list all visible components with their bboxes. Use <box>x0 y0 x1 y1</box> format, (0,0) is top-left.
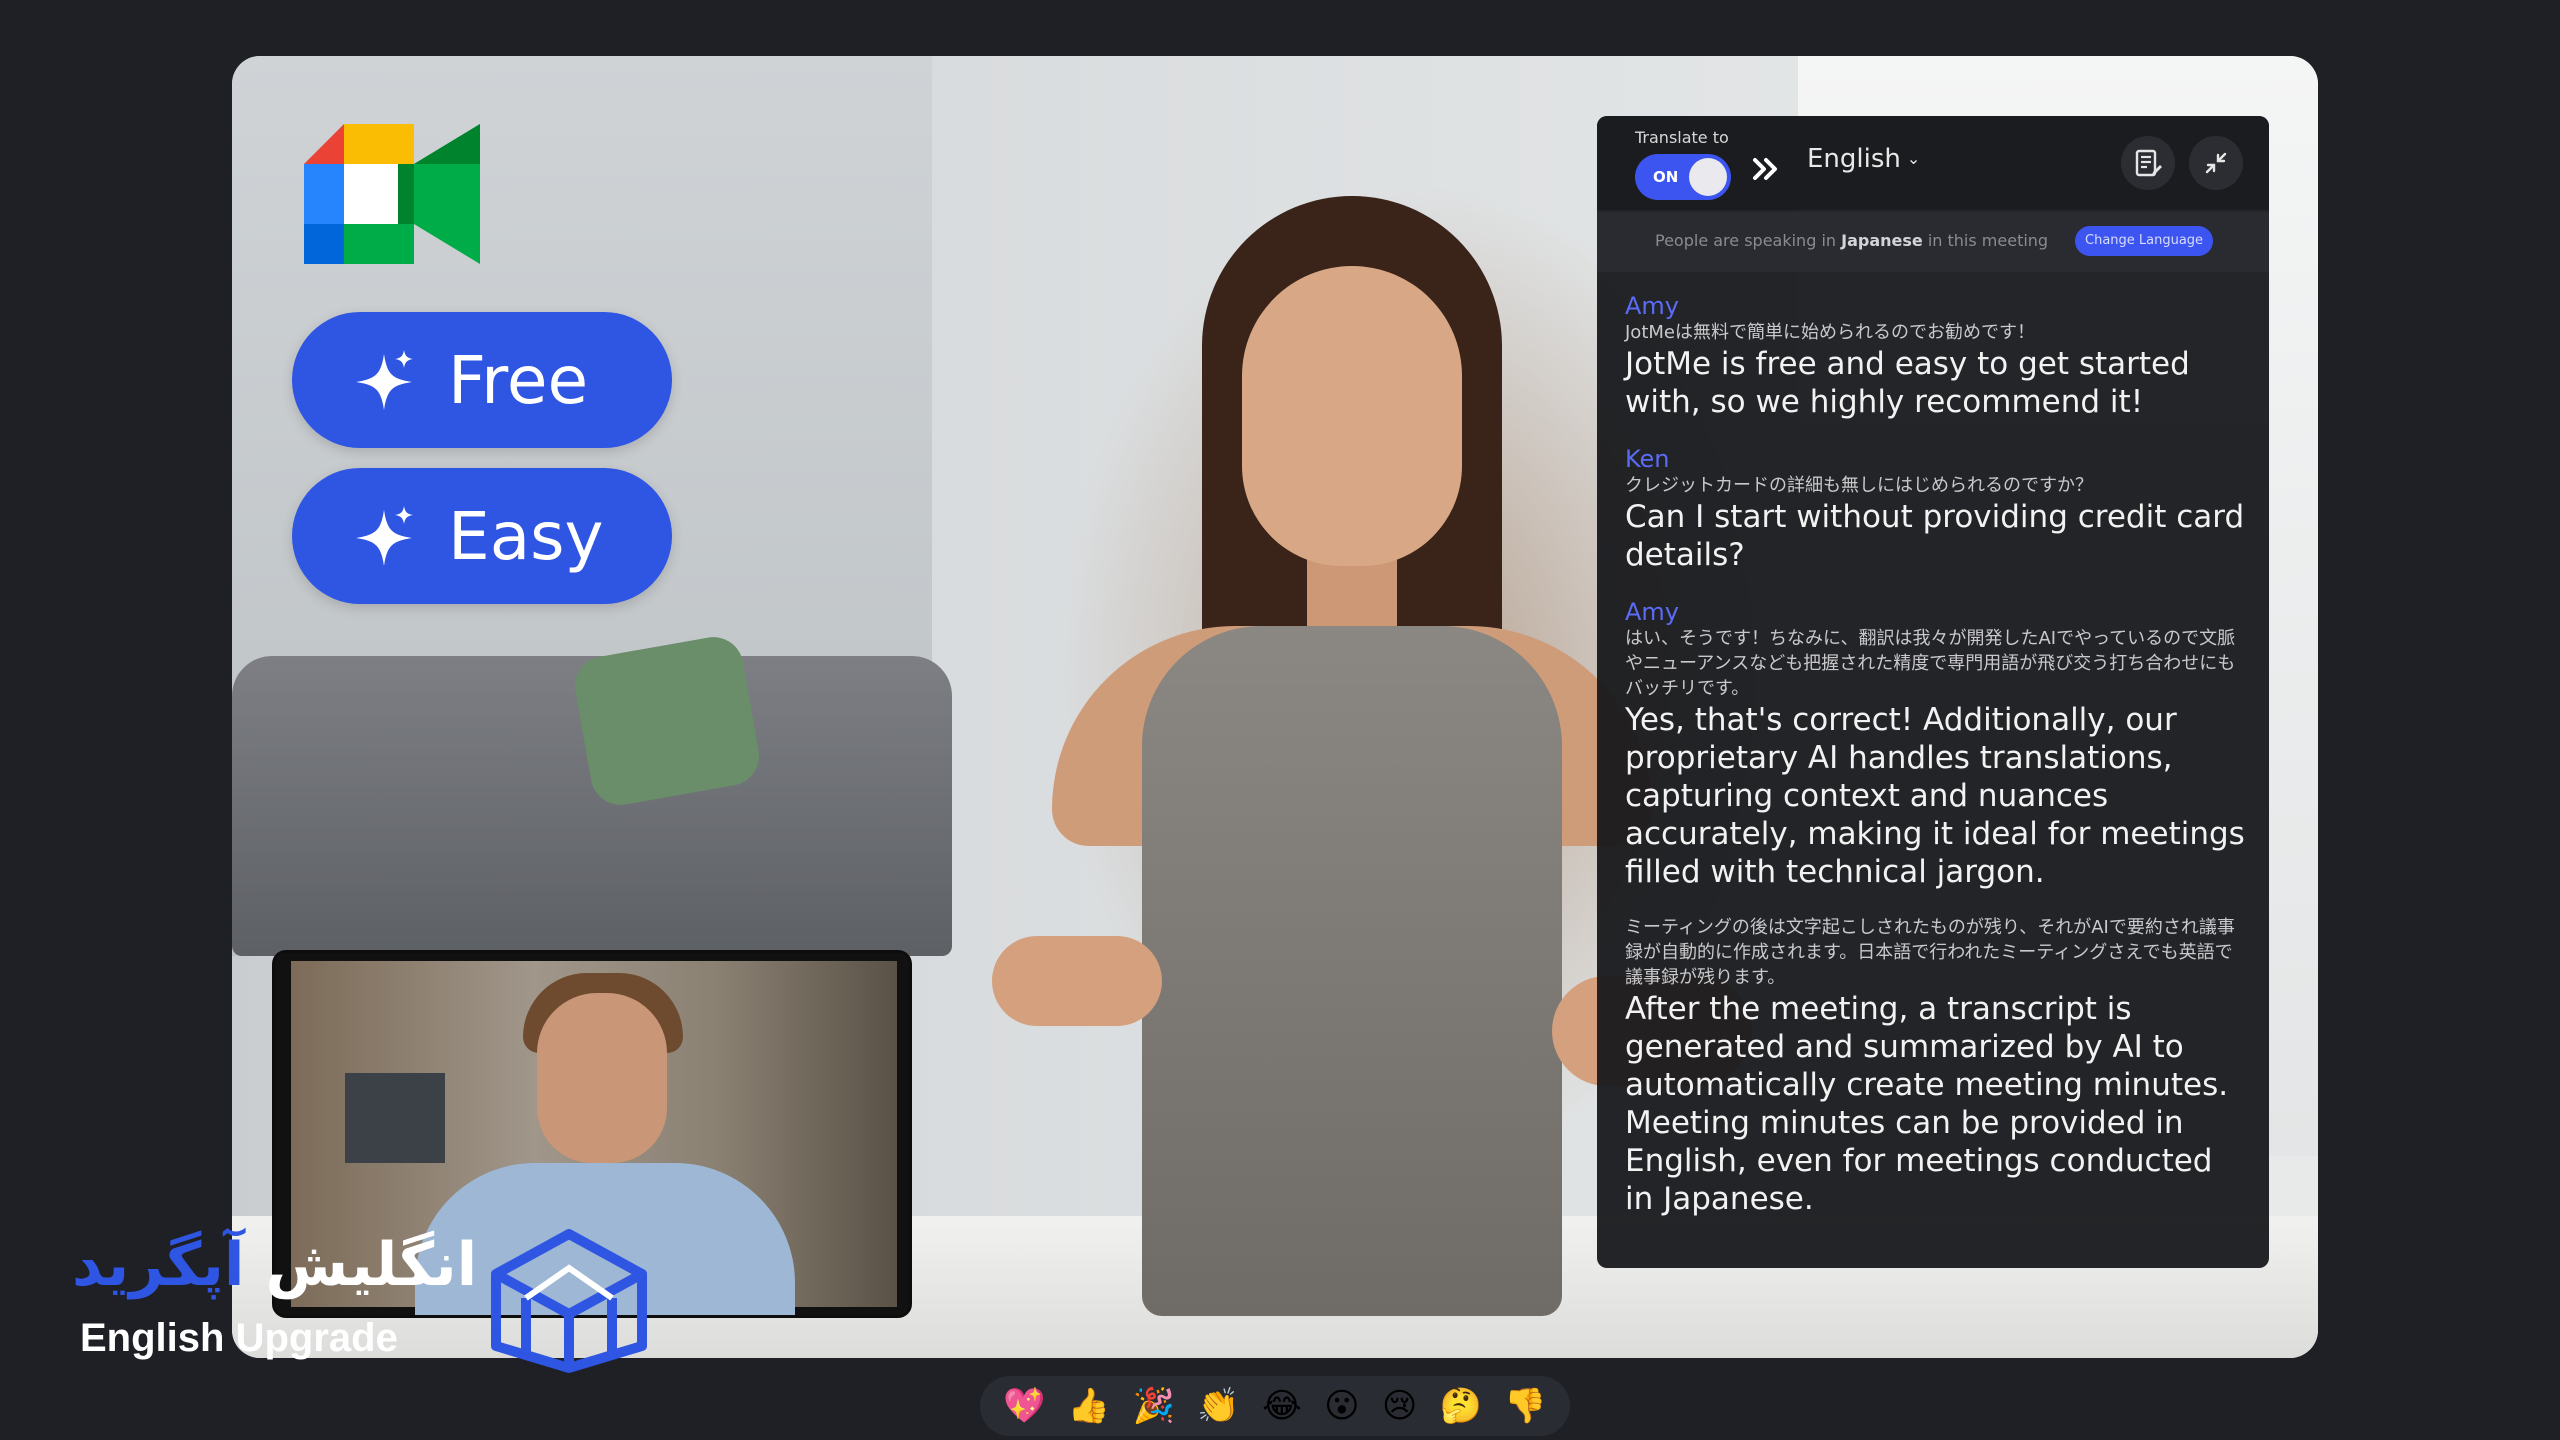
original-text: ミーティングの後は文字起こしされたものが残り、それがAIで要約され議事録が自動的… <box>1625 917 2235 988</box>
brand-english-wordmark: English Upgrade <box>80 1316 398 1360</box>
reaction-thumbs-down[interactable]: 👎 <box>1504 1386 1546 1426</box>
speaker-name: Ken <box>1625 445 1670 473</box>
speaker-name: Amy <box>1625 292 1679 320</box>
transcript-entry: Amy JotMeは無料で簡単に始められるのでお勧めです！ JotMe is f… <box>1625 292 2245 421</box>
translated-text: JotMe is free and easy to get started wi… <box>1625 346 2190 420</box>
language-notice: People are speaking in Japanese in this … <box>1655 231 2048 250</box>
participant-hand-left <box>992 936 1162 1026</box>
transcript: Amy JotMeは無料で簡単に始められるのでお勧めです！ JotMe is f… <box>1625 290 2245 1242</box>
panel-header: Translate to ON English ⌄ <box>1597 116 2269 210</box>
reaction-thinking[interactable]: 🤔 <box>1440 1386 1482 1426</box>
translate-to-label: Translate to <box>1635 128 1729 147</box>
notes-button[interactable] <box>2121 136 2175 190</box>
reaction-surprised[interactable]: 😮 <box>1324 1386 1359 1426</box>
reaction-laugh[interactable]: 😂 <box>1262 1386 1302 1426</box>
translate-toggle[interactable]: ON <box>1635 154 1731 200</box>
transcript-entry: Amy はい、そうです！ちなみに、翻訳は我々が開発したAIでやっているので文脈や… <box>1625 598 2245 891</box>
brand-persian-wordmark: انگلیش آپگرید <box>72 1230 477 1300</box>
free-badge: Free <box>292 312 672 448</box>
minimize-button[interactable] <box>2189 136 2243 190</box>
transcript-entry: ミーティングの後は文字起こしされたものが残り、それがAIで要約され議事録が自動的… <box>1625 915 2245 1218</box>
language-notice-bar: People are speaking in Japanese in this … <box>1597 212 2269 272</box>
reaction-party[interactable]: 🎉 <box>1133 1386 1175 1426</box>
reaction-thumbs-up[interactable]: 👍 <box>1068 1386 1110 1426</box>
translated-text: After the meeting, a transcript is gener… <box>1625 991 2229 1217</box>
brand-fa-part1: انگلیش <box>265 1230 478 1300</box>
pip-monitor <box>345 1073 445 1163</box>
translation-panel: Translate to ON English ⌄ People are spe… <box>1597 116 2269 1268</box>
minimize-arrows-icon <box>2205 152 2227 174</box>
document-edit-icon <box>2135 149 2162 177</box>
google-meet-logo-icon <box>304 124 480 264</box>
reaction-clap[interactable]: 👏 <box>1197 1386 1239 1426</box>
reaction-heart[interactable]: 💖 <box>1003 1386 1045 1426</box>
language-select[interactable]: English ⌄ <box>1807 144 1920 174</box>
easy-badge-label: Easy <box>448 497 604 575</box>
notice-prefix: People are speaking in <box>1655 231 1837 250</box>
language-select-value: English <box>1807 144 1901 174</box>
chevron-down-icon: ⌄ <box>1906 149 1921 168</box>
pip-participant-face <box>537 993 667 1163</box>
reactions-bar: 💖 👍 🎉 👏 😂 😮 😢 🤔 👎 <box>980 1376 1570 1436</box>
translated-text: Yes, that's correct! Additionally, our p… <box>1625 702 2245 890</box>
sparkle-icon <box>356 350 413 410</box>
detected-language: Japanese <box>1841 231 1923 250</box>
speaker-name: Amy <box>1625 598 1679 626</box>
original-text: クレジットカードの詳細も無しにはじめられるのですか？ <box>1625 475 2093 496</box>
brand-fa-part2: آپگرید <box>72 1230 245 1300</box>
free-badge-label: Free <box>448 341 589 419</box>
toggle-state-label: ON <box>1653 168 1679 186</box>
translated-text: Can I start without providing credit car… <box>1625 499 2245 573</box>
transcript-entry: Ken クレジットカードの詳細も無しにはじめられるのですか？ Can I sta… <box>1625 445 2245 574</box>
participant-face <box>1242 266 1462 566</box>
toggle-knob <box>1689 158 1727 196</box>
background-pillow <box>570 632 764 810</box>
participant-top <box>1142 626 1562 1316</box>
brand-cube-logo-icon <box>491 1229 647 1373</box>
original-text: JotMeは無料で簡単に始められるのでお勧めです！ <box>1625 322 2035 343</box>
reaction-sad[interactable]: 😢 <box>1382 1386 1417 1426</box>
sparkle-icon <box>356 506 413 566</box>
easy-badge: Easy <box>292 468 672 604</box>
original-text: はい、そうです！ちなみに、翻訳は我々が開発したAIでやっているので文脈やニューア… <box>1625 628 2236 699</box>
notice-suffix: in this meeting <box>1927 231 2049 250</box>
double-chevron-right-icon <box>1753 158 1777 180</box>
change-language-button[interactable]: Change Language <box>2075 226 2214 256</box>
